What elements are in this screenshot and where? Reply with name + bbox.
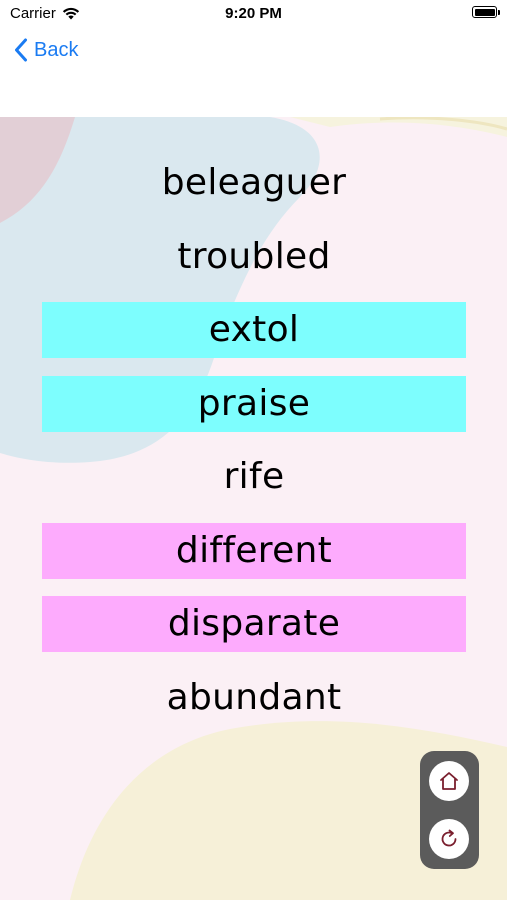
- floating-controls: [420, 751, 479, 869]
- restart-icon: [441, 829, 457, 847]
- back-button[interactable]: Back: [14, 38, 78, 62]
- back-label: Back: [34, 38, 79, 61]
- word-tile[interactable]: rife: [42, 449, 466, 505]
- battery-icon: [472, 6, 500, 18]
- word-tile[interactable]: extol: [42, 302, 466, 358]
- word-match-board: beleaguer troubled extol praise rife differen…: [0, 117, 507, 900]
- battery-level: [474, 8, 495, 16]
- status-time: 9:20 PM: [225, 5, 282, 22]
- home-icon: [440, 772, 458, 790]
- word-tile[interactable]: beleaguer: [42, 155, 466, 211]
- word-tile[interactable]: praise: [42, 376, 466, 432]
- word-tile[interactable]: disparate: [42, 596, 466, 652]
- word-tile[interactable]: abundant: [42, 670, 466, 726]
- chevron-left-icon: [15, 38, 27, 62]
- word-tile[interactable]: different: [42, 523, 466, 579]
- status-bar: Carrier 9:20 PM: [0, 0, 507, 30]
- word-tile[interactable]: troubled: [42, 229, 466, 285]
- restart-button[interactable]: [429, 819, 469, 859]
- home-button[interactable]: [429, 761, 469, 801]
